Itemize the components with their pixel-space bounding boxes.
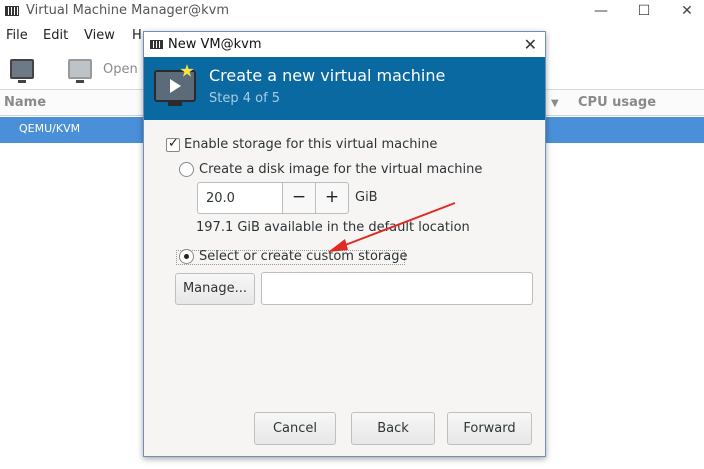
app-icon — [5, 6, 19, 16]
manage-button[interactable]: Manage... — [175, 273, 255, 305]
enable-storage-checkbox[interactable]: ✓ — [166, 136, 180, 152]
minimize-icon[interactable]: — — [581, 0, 621, 24]
back-button[interactable]: Back — [351, 412, 435, 445]
column-dropdown-icon[interactable]: ▼ — [551, 98, 559, 109]
checkmark-icon: ✓ — [168, 136, 179, 151]
available-space-text: 197.1 GiB available in the default locat… — [196, 220, 470, 235]
enable-storage-label[interactable]: Enable storage for this virtual machine — [184, 137, 437, 152]
main-window-title: Virtual Machine Manager@kvm — [26, 3, 230, 18]
menu-file[interactable]: File — [6, 28, 28, 43]
dialog-title: New VM@kvm — [168, 37, 262, 52]
wizard-header: Create a new virtual machine Step 4 of 5 — [144, 57, 545, 120]
menu-edit[interactable]: Edit — [43, 28, 68, 43]
wizard-step: Step 4 of 5 — [209, 91, 281, 106]
storage-path-input[interactable] — [261, 272, 533, 305]
menu-view[interactable]: View — [84, 28, 115, 43]
disk-size-input[interactable]: 20.0 — [197, 182, 283, 214]
open-button-label[interactable]: Open — [103, 62, 138, 77]
connection-name: QEMU/KVM — [19, 122, 81, 135]
column-cpu-usage[interactable]: CPU usage — [578, 95, 656, 110]
forward-button[interactable]: Forward — [447, 412, 532, 445]
dialog-titlebar: New VM@kvm ✕ — [144, 32, 545, 57]
close-icon[interactable]: ✕ — [667, 0, 704, 24]
maximize-icon[interactable]: ☐ — [624, 0, 664, 24]
main-titlebar: Virtual Machine Manager@kvm — ☐ ✕ — [0, 0, 704, 24]
cancel-button[interactable]: Cancel — [254, 412, 336, 445]
custom-storage-label[interactable]: Select or create custom storage — [199, 249, 407, 264]
wizard-title: Create a new virtual machine — [209, 66, 446, 85]
dialog-close-icon[interactable]: ✕ — [524, 35, 537, 54]
open-vm-icon[interactable] — [68, 59, 92, 83]
disk-image-label[interactable]: Create a disk image for the virtual mach… — [199, 162, 482, 177]
size-increment-button[interactable]: + — [315, 182, 349, 214]
new-vm-icon[interactable] — [10, 59, 34, 83]
dialog-app-icon — [150, 40, 163, 49]
custom-storage-radio[interactable] — [179, 249, 194, 264]
size-unit: GiB — [355, 190, 378, 205]
disk-image-radio[interactable] — [179, 162, 194, 177]
size-decrement-button[interactable]: − — [282, 182, 316, 214]
new-vm-dialog: New VM@kvm ✕ Create a new virtual machin… — [143, 31, 546, 457]
column-name[interactable]: Name — [4, 95, 46, 110]
menu-help[interactable]: H — [132, 28, 142, 43]
